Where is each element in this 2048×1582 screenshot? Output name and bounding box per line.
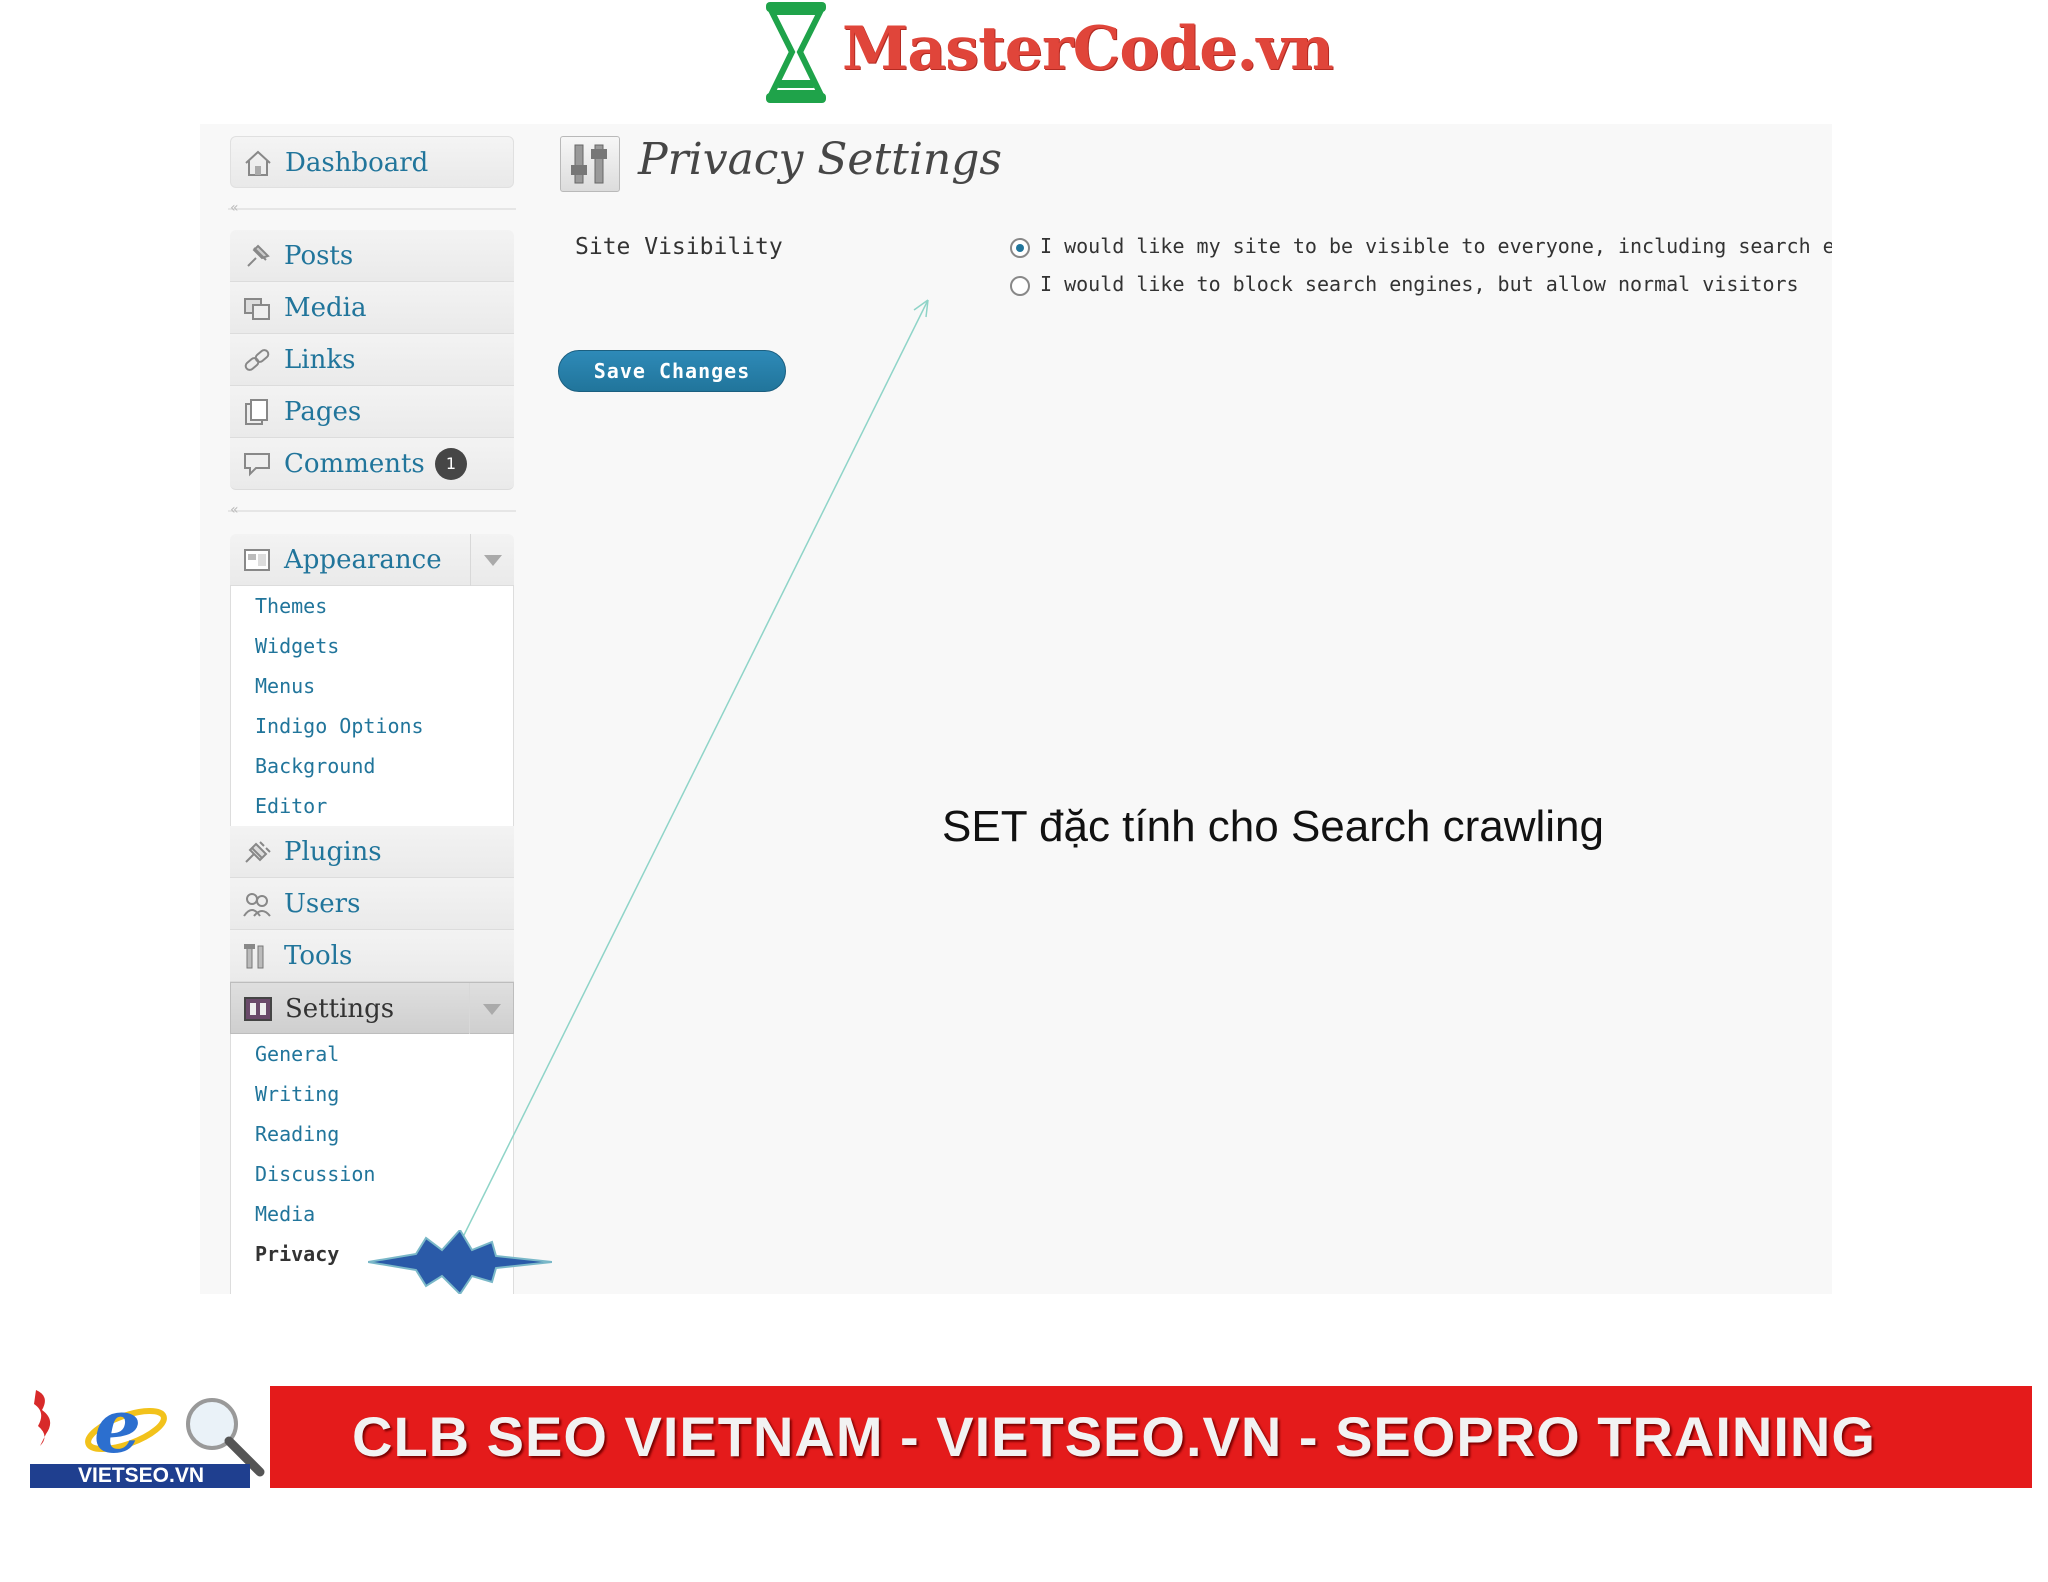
vietseo-logo: e VIETSEO.VN [16, 1376, 270, 1488]
footer-banner: CLB SEO VIETNAM - VIETSEO.VN - SEOPRO TR… [270, 1386, 2032, 1488]
brand-name[interactable]: MasterCode.vn [842, 14, 1334, 84]
wp-admin-screenshot: Dashboard « Posts Media Links Pages Comm… [200, 124, 1832, 1294]
vietseo-logo-text: VIETSEO.VN [77, 1464, 205, 1487]
annotation-arrow [461, 299, 929, 1240]
banner-text: CLB SEO VIETNAM - VIETSEO.VN - SEOPRO TR… [352, 1405, 1876, 1468]
svg-text:e: e [94, 1384, 141, 1470]
annotation-caption: SET đặc tính cho Search crawling [942, 802, 1604, 851]
mastercode-logo: MasterCode.vn [760, 0, 1334, 105]
hourglass-icon [766, 2, 826, 103]
starburst-icon [368, 1230, 552, 1294]
